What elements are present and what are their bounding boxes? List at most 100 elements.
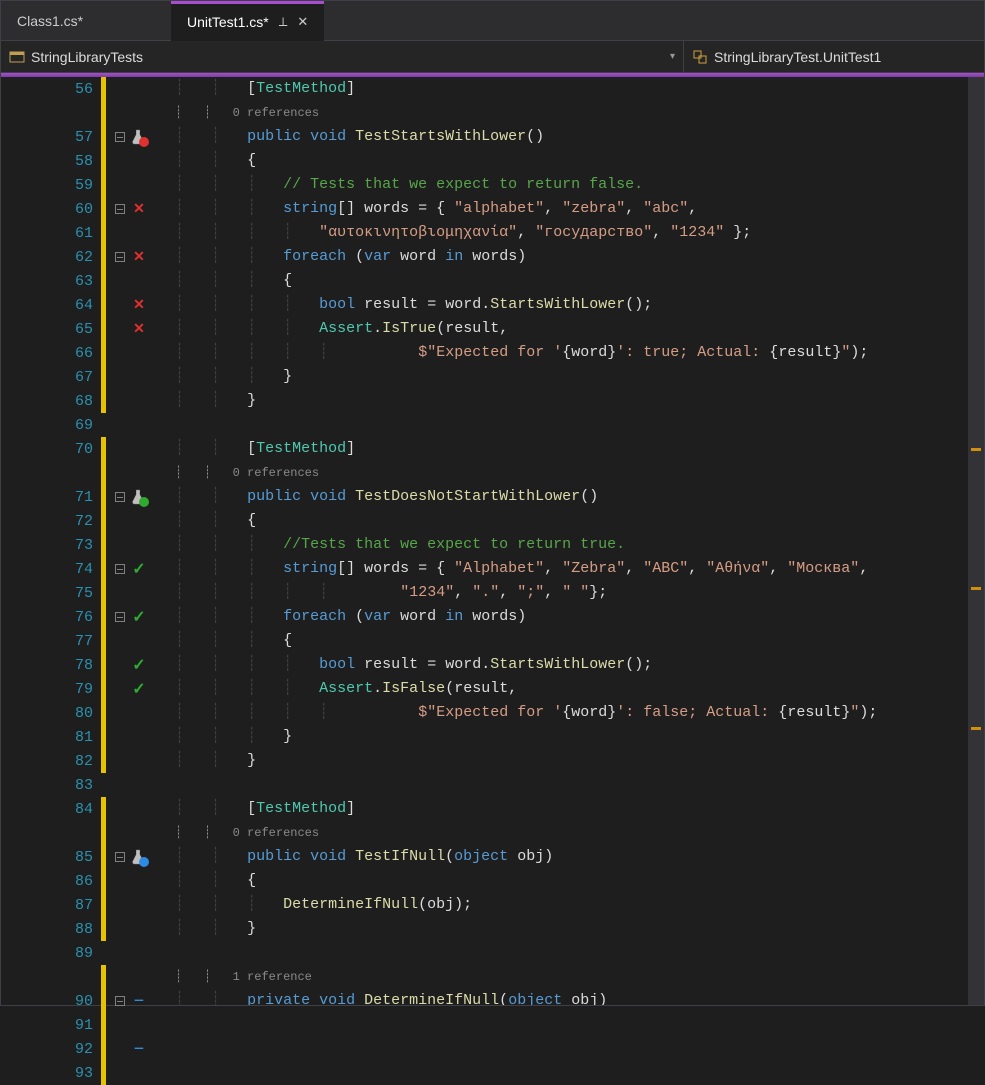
test-status-icon[interactable] <box>131 129 145 145</box>
marker-row[interactable] <box>101 101 171 125</box>
marker-margin[interactable] <box>101 77 171 1005</box>
code-line[interactable]: ┊ ┊ ┊ { <box>171 269 984 293</box>
code-line[interactable]: ┊ ┊ public void TestDoesNotStartWithLowe… <box>171 485 984 509</box>
code-line[interactable] <box>171 413 984 437</box>
marker-row[interactable] <box>101 293 171 317</box>
fold-toggle-icon[interactable] <box>115 564 125 574</box>
code-line[interactable]: ┊ ┊ ┊ foreach (var word in words) <box>171 605 984 629</box>
marker-row[interactable] <box>101 125 171 149</box>
code-lens-text[interactable]: ┊ ┊ 0 references <box>175 101 319 125</box>
code-line[interactable]: ┊ ┊ ┊ foreach (var word in words) <box>171 245 984 269</box>
code-lens[interactable]: ┊ ┊ 0 references <box>171 821 984 845</box>
code-lens-text[interactable]: ┊ ┊ 0 references <box>175 821 319 845</box>
marker-row[interactable] <box>101 341 171 365</box>
marker-row[interactable] <box>101 1037 171 1061</box>
marker-row[interactable] <box>101 1013 171 1037</box>
coverage-status-icon[interactable] <box>131 681 147 697</box>
code-line[interactable]: ┊ ┊ [TestMethod] <box>171 797 984 821</box>
marker-row[interactable] <box>101 629 171 653</box>
marker-row[interactable] <box>101 1061 171 1085</box>
code-lens[interactable]: ┊ ┊ 0 references <box>171 461 984 485</box>
code-editor[interactable]: 5657585960616263646566676869707172737475… <box>1 73 984 1005</box>
marker-row[interactable] <box>101 77 171 101</box>
nav-scope-dropdown[interactable]: StringLibraryTests ▾ <box>1 41 684 72</box>
code-line[interactable]: ┊ ┊ ┊ } <box>171 365 984 389</box>
marker-row[interactable] <box>101 437 171 461</box>
fold-toggle-icon[interactable] <box>115 852 125 862</box>
code-line[interactable]: ┊ ┊ ┊ //Tests that we expect to return t… <box>171 533 984 557</box>
marker-row[interactable] <box>101 677 171 701</box>
code-line[interactable]: ┊ ┊ [TestMethod] <box>171 437 984 461</box>
fold-toggle-icon[interactable] <box>115 996 125 1006</box>
code-lens-text[interactable]: ┊ ┊ 1 reference <box>175 965 312 989</box>
pin-icon[interactable]: ⟂ <box>279 14 288 30</box>
marker-row[interactable] <box>101 893 171 917</box>
tab-unittest1[interactable]: UnitTest1.cs* ⟂ ✕ <box>171 1 324 40</box>
code-line[interactable]: ┊ ┊ } <box>171 917 984 941</box>
fold-toggle-icon[interactable] <box>115 492 125 502</box>
marker-row[interactable] <box>101 941 171 965</box>
code-line[interactable]: ┊ ┊ public void TestStartsWithLower() <box>171 125 984 149</box>
marker-row[interactable] <box>101 773 171 797</box>
code-lens-text[interactable]: ┊ ┊ 0 references <box>175 461 319 485</box>
code-line[interactable]: ┊ ┊ ┊ ┊ ┊ $"Expected for '{word}': false… <box>171 701 984 725</box>
coverage-status-icon[interactable] <box>131 993 147 1009</box>
marker-row[interactable] <box>101 797 171 821</box>
marker-row[interactable] <box>101 221 171 245</box>
code-line[interactable]: ┊ ┊ ┊ } <box>171 725 984 749</box>
code-line[interactable] <box>171 941 984 965</box>
code-line[interactable]: ┊ ┊ { <box>171 149 984 173</box>
code-line[interactable]: ┊ ┊ [TestMethod] <box>171 77 984 101</box>
code-line[interactable]: ┊ ┊ ┊ ┊ ┊ "1234", ".", ";", " "}; <box>171 581 984 605</box>
code-line[interactable]: ┊ ┊ ┊ ┊ Assert.IsFalse(result, <box>171 677 984 701</box>
code-line[interactable]: ┊ ┊ { <box>171 869 984 893</box>
code-line[interactable]: ┊ ┊ private void DetermineIfNull(object … <box>171 989 984 1005</box>
tab-class1[interactable]: Class1.cs* <box>1 1 171 40</box>
marker-row[interactable] <box>101 581 171 605</box>
code-line[interactable]: ┊ ┊ { <box>171 509 984 533</box>
code-line[interactable]: ┊ ┊ ┊ ┊ bool result = word.StartsWithLow… <box>171 653 984 677</box>
marker-row[interactable] <box>101 365 171 389</box>
test-status-icon[interactable] <box>131 849 145 865</box>
marker-row[interactable] <box>101 965 171 989</box>
code-line[interactable]: ┊ ┊ ┊ ┊ ┊ $"Expected for '{word}': true;… <box>171 341 984 365</box>
code-line[interactable]: ┊ ┊ public void TestIfNull(object obj) <box>171 845 984 869</box>
code-line[interactable]: ┊ ┊ ┊ ┊ Assert.IsTrue(result, <box>171 317 984 341</box>
marker-row[interactable] <box>101 845 171 869</box>
coverage-status-icon[interactable] <box>131 297 147 313</box>
code-line[interactable]: ┊ ┊ } <box>171 749 984 773</box>
close-icon[interactable]: ✕ <box>297 14 308 30</box>
marker-row[interactable] <box>101 461 171 485</box>
fold-toggle-icon[interactable] <box>115 252 125 262</box>
code-line[interactable]: ┊ ┊ ┊ string[] words = { "Alphabet", "Ze… <box>171 557 984 581</box>
marker-row[interactable] <box>101 413 171 437</box>
code-line[interactable]: ┊ ┊ ┊ // Tests that we expect to return … <box>171 173 984 197</box>
nav-member-dropdown[interactable]: StringLibraryTest.UnitTest1 <box>684 41 984 72</box>
coverage-status-icon[interactable] <box>131 609 147 625</box>
scrollbar-track[interactable] <box>968 77 984 1005</box>
code-area[interactable]: ┊ ┊ [TestMethod]┊ ┊ 0 references┊ ┊ publ… <box>171 77 984 1005</box>
marker-row[interactable] <box>101 821 171 845</box>
coverage-status-icon[interactable] <box>131 201 147 217</box>
code-line[interactable] <box>171 773 984 797</box>
marker-row[interactable] <box>101 989 171 1013</box>
test-status-icon[interactable] <box>131 489 145 505</box>
marker-row[interactable] <box>101 509 171 533</box>
code-line[interactable]: ┊ ┊ ┊ ┊ "αυτοκινητοβιομηχανία", "государ… <box>171 221 984 245</box>
marker-row[interactable] <box>101 557 171 581</box>
marker-row[interactable] <box>101 725 171 749</box>
marker-row[interactable] <box>101 749 171 773</box>
code-line[interactable]: ┊ ┊ ┊ ┊ bool result = word.StartsWithLow… <box>171 293 984 317</box>
code-line[interactable]: ┊ ┊ } <box>171 389 984 413</box>
code-lens[interactable]: ┊ ┊ 1 reference <box>171 965 984 989</box>
code-line[interactable]: ┊ ┊ ┊ { <box>171 629 984 653</box>
coverage-status-icon[interactable] <box>131 321 147 337</box>
fold-toggle-icon[interactable] <box>115 204 125 214</box>
code-line[interactable]: ┊ ┊ ┊ string[] words = { "alphabet", "ze… <box>171 197 984 221</box>
marker-row[interactable] <box>101 701 171 725</box>
fold-toggle-icon[interactable] <box>115 132 125 142</box>
code-line[interactable]: ┊ ┊ ┊ DetermineIfNull(obj); <box>171 893 984 917</box>
marker-row[interactable] <box>101 197 171 221</box>
marker-row[interactable] <box>101 653 171 677</box>
marker-row[interactable] <box>101 917 171 941</box>
